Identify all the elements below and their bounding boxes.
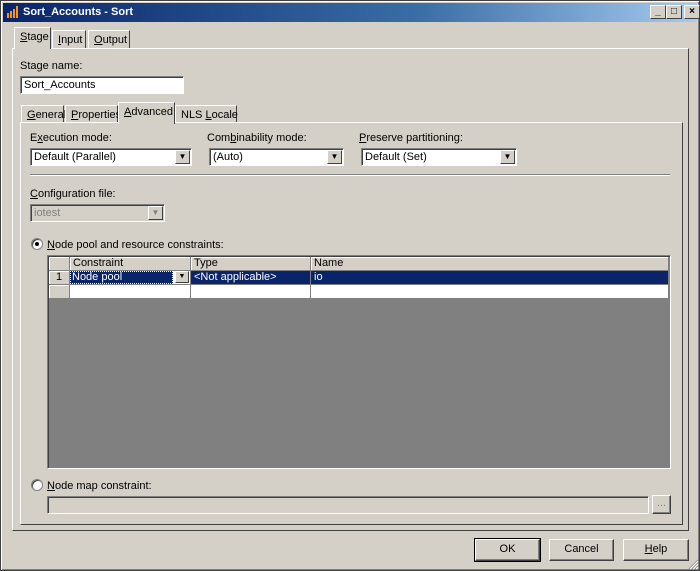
stage-name-field[interactable]: Sort_Accounts — [20, 76, 184, 94]
preserve-partitioning-select[interactable]: Default (Set) ▼ — [361, 148, 517, 166]
combinability-mode-label: Combinability mode: — [207, 132, 307, 144]
preserve-partitioning-label: Preserve partitioning: — [359, 132, 463, 144]
type-cell[interactable]: <Not applicable> — [191, 271, 311, 285]
execution-mode-select[interactable]: Default (Parallel) ▼ — [30, 148, 192, 166]
minimize-button[interactable]: _ — [650, 5, 666, 19]
column-header-constraint[interactable]: Constraint — [70, 257, 191, 271]
node-map-label: Node map constraint: — [47, 480, 152, 492]
column-header-name[interactable]: Name — [311, 257, 669, 271]
maximize-button[interactable]: □ — [666, 5, 682, 19]
new-row-header[interactable] — [49, 285, 70, 299]
configuration-file-label: Configuration file: — [30, 188, 116, 200]
new-row-name-cell[interactable] — [311, 285, 669, 299]
row-number[interactable]: 1 — [49, 271, 70, 285]
stage-name-label: Stage name: — [20, 60, 83, 72]
ok-button[interactable]: OK — [474, 538, 541, 562]
node-pool-label: Node pool and resource constraints: — [47, 239, 224, 251]
tab-stage[interactable]: Stage — [14, 27, 51, 49]
sort-stage-icon — [7, 6, 18, 18]
new-row-type-cell[interactable] — [191, 285, 311, 299]
chevron-down-icon: ▼ — [148, 206, 163, 220]
chevron-down-icon[interactable]: ▼ — [327, 150, 342, 164]
title-bar: Sort_Accounts - Sort _ □ × — [3, 3, 700, 22]
name-cell[interactable]: io — [311, 271, 669, 285]
combinability-mode-select[interactable]: (Auto) ▼ — [209, 148, 344, 166]
close-button[interactable]: × — [684, 5, 700, 19]
sort-stage-dialog: Sort_Accounts - Sort _ □ × Stage Input O… — [0, 0, 700, 571]
node-pool-radio[interactable] — [31, 238, 43, 250]
node-pool-grid[interactable]: Constraint Type Name 1 Node pool ▼ <Not … — [47, 255, 671, 469]
column-header-type[interactable]: Type — [191, 257, 311, 271]
cancel-button[interactable]: Cancel — [549, 539, 614, 561]
node-map-radio[interactable] — [31, 479, 43, 491]
row-header-corner — [49, 257, 70, 271]
resize-grip-icon[interactable] — [687, 558, 699, 570]
constraint-cell-select[interactable]: Node pool ▼ — [70, 271, 191, 285]
configuration-file-select: iotest ▼ — [30, 204, 165, 222]
chevron-down-icon[interactable]: ▼ — [500, 150, 515, 164]
chevron-down-icon[interactable]: ▼ — [175, 150, 190, 164]
tab-output[interactable]: Output — [88, 30, 130, 50]
help-button[interactable]: Help — [623, 539, 689, 561]
window-title: Sort_Accounts - Sort — [23, 6, 134, 18]
chevron-down-icon[interactable]: ▼ — [175, 271, 189, 283]
tab-advanced[interactable]: Advanced — [118, 102, 175, 124]
new-row-constraint-cell[interactable] — [70, 285, 191, 299]
node-map-field — [47, 496, 649, 514]
tab-input[interactable]: Input — [52, 30, 86, 50]
constraint-cell-value[interactable]: Node pool — [70, 271, 173, 284]
browse-button[interactable]: ... — [652, 495, 671, 514]
divider — [30, 174, 670, 176]
execution-mode-label: Execution mode: — [30, 132, 112, 144]
